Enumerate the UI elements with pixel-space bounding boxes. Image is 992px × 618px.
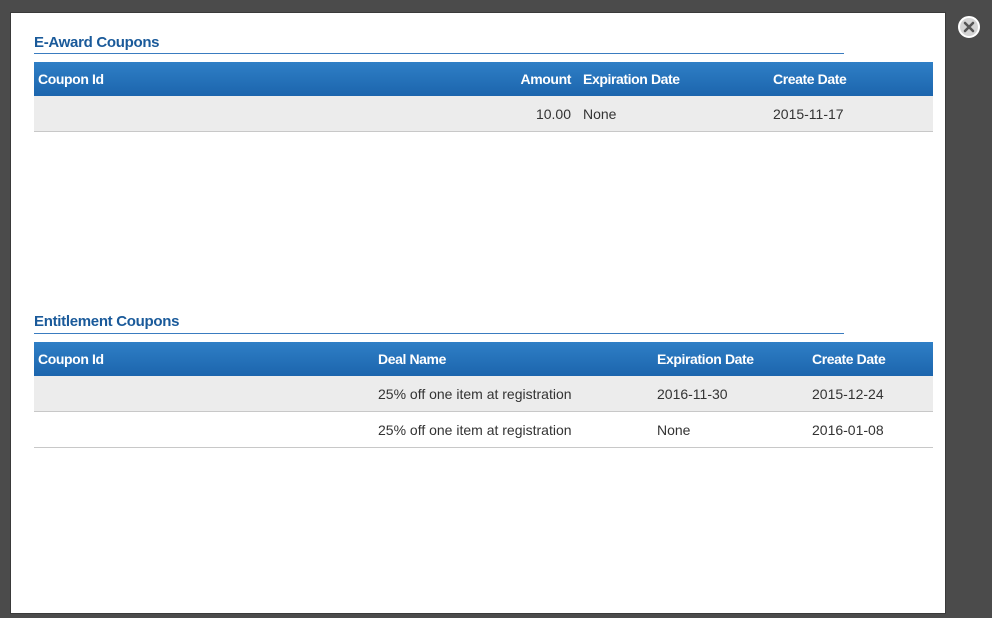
eaward-cell-coupon-id [34, 96, 347, 132]
coupons-modal: E-Award Coupons Coupon Id Amount Expirat… [10, 12, 946, 614]
entitlement-header-row: Coupon Id Deal Name Expiration Date Crea… [34, 342, 933, 376]
entitlement-cell-expiration: None [657, 411, 812, 448]
entitlement-header-expiration[interactable]: Expiration Date [657, 342, 812, 376]
eaward-section-title: E-Award Coupons [34, 34, 160, 51]
eaward-coupons-table: Coupon Id Amount Expiration Date Create … [34, 62, 933, 132]
eaward-cell-create-date: 2015-11-17 [773, 96, 933, 132]
eaward-header-create-date[interactable]: Create Date [773, 62, 933, 96]
entitlement-header-create-date[interactable]: Create Date [812, 342, 933, 376]
eaward-cell-amount: 10.00 [347, 96, 571, 132]
entitlement-cell-coupon-id [34, 411, 378, 448]
entitlement-header-deal-name[interactable]: Deal Name [378, 342, 657, 376]
entitlement-section-title: Entitlement Coupons [34, 313, 180, 330]
eaward-cell-expiration: None [583, 96, 773, 132]
entitlement-cell-expiration: 2016-11-30 [657, 376, 812, 412]
eaward-header-spacer [571, 62, 583, 96]
table-row[interactable]: 25% off one item at registration 2016-11… [34, 376, 933, 412]
entitlement-coupons-table: Coupon Id Deal Name Expiration Date Crea… [34, 342, 933, 448]
entitlement-cell-deal-name: 25% off one item at registration [378, 411, 657, 448]
entitlement-cell-create-date: 2015-12-24 [812, 376, 933, 412]
eaward-header-amount[interactable]: Amount [347, 62, 571, 96]
table-row[interactable]: 10.00 None 2015-11-17 [34, 96, 933, 132]
entitlement-cell-deal-name: 25% off one item at registration [378, 376, 657, 412]
entitlement-title-underline [34, 333, 844, 334]
entitlement-header-coupon-id[interactable]: Coupon Id [34, 342, 378, 376]
entitlement-cell-coupon-id [34, 376, 378, 412]
eaward-cell-spacer [571, 96, 583, 132]
close-button[interactable] [958, 16, 980, 38]
eaward-header-row: Coupon Id Amount Expiration Date Create … [34, 62, 933, 96]
entitlement-cell-create-date: 2016-01-08 [812, 411, 933, 448]
eaward-title-underline [34, 53, 844, 54]
eaward-header-expiration[interactable]: Expiration Date [583, 62, 773, 96]
close-icon [963, 21, 975, 33]
table-row[interactable]: 25% off one item at registration None 20… [34, 411, 933, 448]
eaward-header-coupon-id[interactable]: Coupon Id [34, 62, 347, 96]
